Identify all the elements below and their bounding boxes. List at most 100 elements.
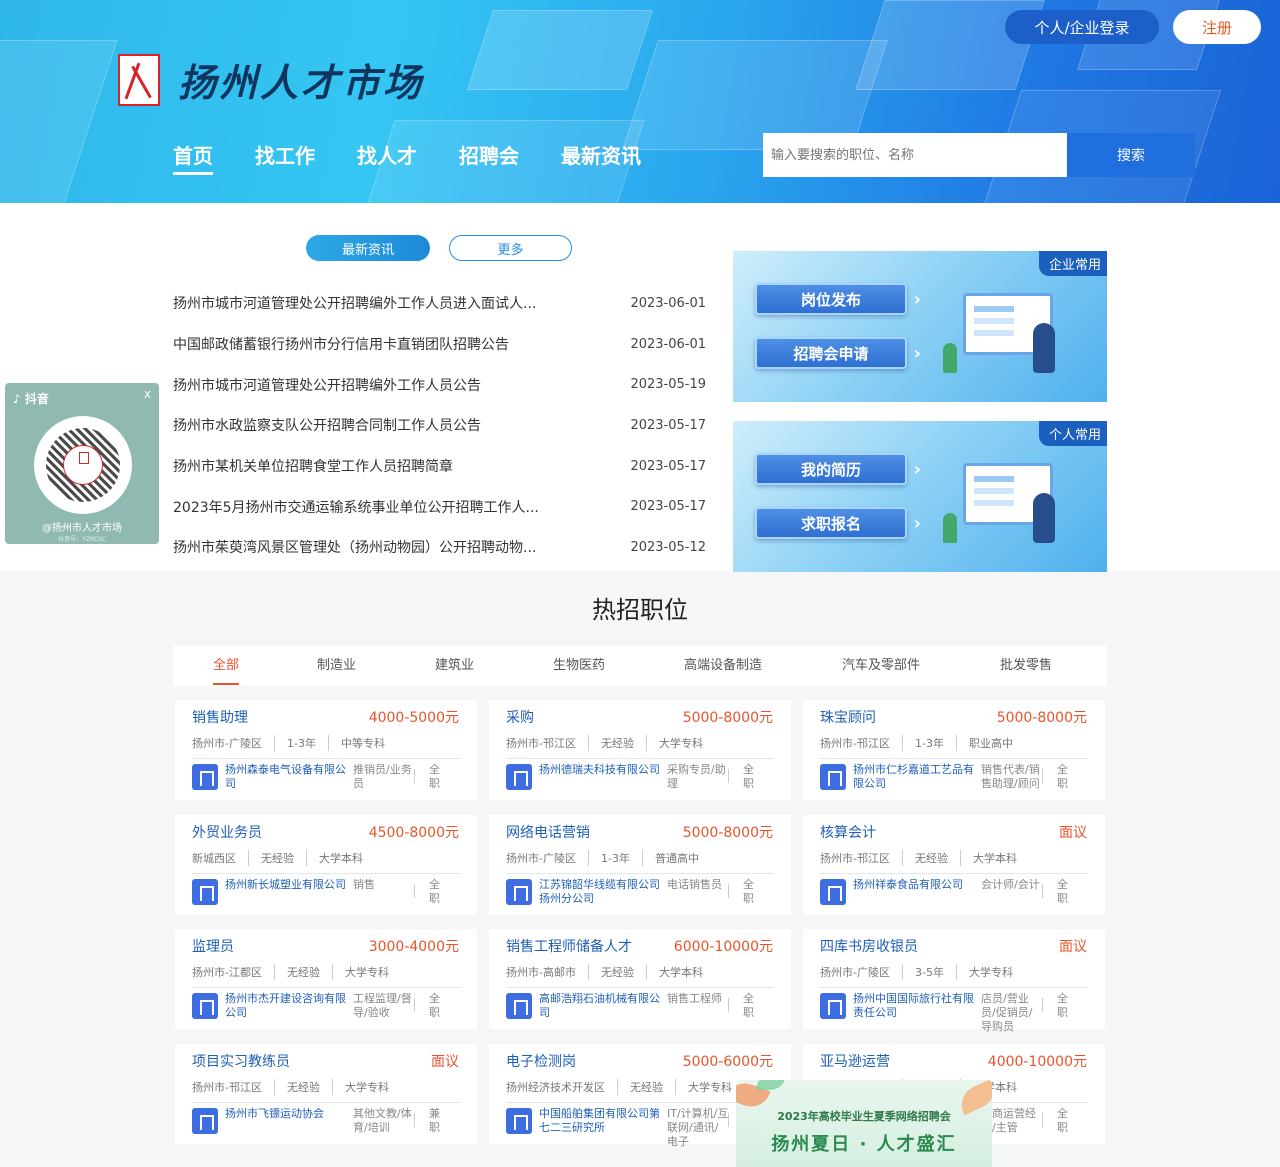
job-meta: 扬州市-江都区 无经验 大学专科 (192, 964, 460, 988)
job-category: 销售代表/销售助理/顾问 (977, 763, 1043, 791)
news-title[interactable]: 扬州市水政监察支队公开招聘合同制工作人员公告 (173, 415, 573, 435)
job-title[interactable]: 珠宝顾问 (820, 707, 876, 727)
tab-latest-news[interactable]: 最新资讯 (306, 235, 430, 261)
news-date: 2023-05-19 (630, 377, 706, 393)
job-card[interactable]: 监理员 3000-4000元扬州市-江都区 无经验 大学专科扬州市杰开建设咨询有限公司… (175, 929, 477, 1029)
job-mode: 兼职 (429, 1107, 440, 1134)
nav-item-find-job[interactable]: 找工作 (255, 140, 315, 172)
job-salary: 面议 (1059, 825, 1087, 841)
job-title[interactable]: 销售助理 (192, 707, 248, 727)
nav-item-job-fair[interactable]: 招聘会 (459, 140, 519, 172)
news-item[interactable]: 扬州市城市河道管理处公开招聘编外工作人员进入面试人... 2023-06-01 (173, 283, 706, 324)
job-location: 扬州市-江都区 (192, 964, 275, 980)
company-building-icon (192, 1108, 218, 1134)
douyin-account: @扬州市人才市场 (42, 523, 122, 534)
job-experience: 无经验 (261, 850, 307, 866)
job-card[interactable]: 销售助理 4000-5000元 扬州市-广陵区 1-3年 中等专科 扬州森泰电气设备有限公… (175, 700, 477, 800)
tab-all[interactable]: 全部 (213, 646, 240, 686)
job-title[interactable]: 电子检测岗 (506, 1051, 576, 1071)
site-logo[interactable]: 扬州人才市场 (118, 52, 424, 107)
plant-icon (943, 513, 957, 543)
register-button[interactable]: 注册 (1173, 10, 1261, 44)
my-resume-button[interactable]: 我的简历 (755, 453, 921, 485)
leaf-decoration-icon (756, 1080, 786, 1090)
job-card[interactable]: 核算会计 面议 扬州市-邗江区 无经验 大学本科 扬州祥泰食品有限公司 会计师/会计 全职 (803, 815, 1105, 915)
job-fair-apply-button[interactable]: 招聘会申请 (755, 337, 921, 369)
news-title[interactable]: 扬州市城市河道管理处公开招聘编外工作人员公告 (173, 375, 573, 395)
job-salary: 面议 (1059, 939, 1087, 955)
job-card[interactable]: 四库书房收银员 面议 扬州市-广陵区 3-5年 大学专科 扬州中国国际旅行社有限责任公司店… (803, 929, 1105, 1033)
main-nav: 首页 找工作 找人才 招聘会 最新资讯 (173, 140, 683, 175)
job-experience: 无经验 (915, 850, 961, 866)
company-name[interactable]: 中国船舶集团有限公司第七二三研究所 (539, 1107, 669, 1135)
company-name[interactable]: 扬州森泰电气设备有限公司 (225, 763, 355, 791)
job-card[interactable]: 珠宝顾问 5000-8000元 扬州市-邗江区 1-3年 职业高中 扬州市仁杉嘉道工艺品有… (803, 700, 1105, 800)
office-illustration-icon (943, 283, 1083, 387)
logo-mark-icon (118, 53, 160, 106)
job-category: IT/计算机/互联网/通讯/电子 (663, 1107, 729, 1149)
news-item[interactable]: 中国邮政储蓄银行扬州市分行信用卡直销团队招聘公告 2023-06-01 (173, 324, 706, 365)
news-title[interactable]: 2023年5月扬州市交通运输系统事业单位公开招聘工作人... (173, 497, 573, 517)
news-title[interactable]: 扬州市城市河道管理处公开招聘编外工作人员进入面试人... (173, 293, 573, 313)
job-title[interactable]: 外贸业务员 (192, 822, 262, 842)
job-mode: 全职 (429, 878, 440, 905)
job-mode: 全职 (429, 763, 440, 790)
summer-job-fair-banner[interactable]: 2023年高校毕业生夏季网络招聘会 扬州夏日 · 人才盛汇 (736, 1080, 992, 1167)
job-category: 采购专员/助理 (663, 763, 729, 791)
job-experience: 无经验 (601, 735, 647, 751)
company-name[interactable]: 江苏锦韶华线缆有限公司扬州分公司 (539, 878, 669, 906)
search-button[interactable]: 搜索 (1067, 133, 1195, 177)
nav-item-home[interactable]: 首页 (173, 140, 213, 175)
job-card[interactable]: 采购 5000-8000元 扬州市-邗江区 无经验 大学专科 扬州德瑞夫科技有限公司 采购专… (489, 700, 791, 800)
job-title[interactable]: 四库书房收银员 (820, 936, 918, 956)
job-meta: 扬州市-广陵区 1-3年 普通高中 (506, 850, 774, 874)
company-name[interactable]: 扬州市飞镖运动协会 (225, 1107, 355, 1121)
tab-manufacturing[interactable]: 制造业 (317, 646, 356, 686)
job-experience: 无经验 (287, 1079, 333, 1095)
job-title[interactable]: 监理员 (192, 936, 234, 956)
company-name[interactable]: 扬州市杰开建设咨询有限公司 (225, 992, 355, 1020)
job-education: 中等专科 (340, 737, 385, 750)
nav-item-find-talent[interactable]: 找人才 (357, 140, 417, 172)
tab-biomedicine[interactable]: 生物医药 (553, 646, 605, 686)
company-name[interactable]: 扬州祥泰食品有限公司 (853, 878, 983, 892)
banner-decoration (0, 40, 118, 203)
news-title[interactable]: 中国邮政储蓄银行扬州市分行信用卡直销团队招聘公告 (173, 334, 573, 354)
tab-construction[interactable]: 建筑业 (435, 646, 474, 686)
login-button[interactable]: 个人/企业登录 (1005, 10, 1159, 44)
job-apply-button[interactable]: 求职报名 (755, 507, 921, 539)
job-title[interactable]: 采购 (506, 707, 534, 727)
tab-wholesale-retail[interactable]: 批发零售 (1000, 646, 1052, 686)
news-title[interactable]: 扬州市茱萸湾风景区管理处（扬州动物园）公开招聘动物... (173, 537, 573, 557)
job-card[interactable]: 外贸业务员 4500-8000元 新城西区 无经验 大学本科 扬州新长城塑业有限公司 销售全… (175, 815, 477, 915)
company-name[interactable]: 扬州新长城塑业有限公司 (225, 878, 355, 892)
qr-center-logo-icon (63, 445, 103, 485)
job-title[interactable]: 网络电话营销 (506, 822, 590, 842)
personal-promo-panel: 个人常用 我的简历 求职报名 (733, 421, 1107, 572)
news-title[interactable]: 扬州市某机关单位招聘食堂工作人员招聘简章 (173, 456, 573, 476)
tab-high-end-equipment[interactable]: 高端设备制造 (684, 646, 762, 686)
news-item[interactable]: 扬州市水政监察支队公开招聘合同制工作人员公告 2023-05-17 (173, 405, 706, 446)
news-item[interactable]: 扬州市茱萸湾风景区管理处（扬州动物园）公开招聘动物... 2023-05-12 (173, 527, 706, 568)
job-card[interactable]: 网络电话营销 5000-8000元 扬州市-广陵区 1-3年 普通高中 江苏锦韶华线缆有限… (489, 815, 791, 915)
company-name[interactable]: 扬州市仁杉嘉道工艺品有限公司 (853, 763, 983, 791)
job-card[interactable]: 销售工程师储备人才 6000-10000元 扬州市-高邮市 无经验 大学本科 高邮浩翔石油… (489, 929, 791, 1029)
tab-automotive[interactable]: 汽车及零部件 (842, 646, 920, 686)
job-title[interactable]: 核算会计 (820, 822, 876, 842)
job-title[interactable]: 销售工程师储备人才 (506, 936, 632, 956)
search-input[interactable] (763, 133, 1067, 177)
news-item[interactable]: 扬州市某机关单位招聘食堂工作人员招聘简章 2023-05-17 (173, 446, 706, 487)
company-name[interactable]: 扬州德瑞夫科技有限公司 (539, 763, 669, 777)
nav-item-latest-news[interactable]: 最新资讯 (561, 140, 641, 172)
job-title[interactable]: 项目实习教练员 (192, 1051, 290, 1071)
job-card[interactable]: 项目实习教练员 面议 扬州市-邗江区 无经验 大学专科 扬州市飞镖运动协会 其他文教/体育/… (175, 1044, 477, 1144)
company-name[interactable]: 高邮浩翔石油机械有限公司 (539, 992, 669, 1020)
company-name[interactable]: 扬州中国国际旅行社有限责任公司 (853, 992, 983, 1020)
news-item[interactable]: 2023年5月扬州市交通运输系统事业单位公开招聘工作人... 2023-05-17 (173, 486, 706, 527)
more-news-button[interactable]: 更多 (449, 235, 572, 261)
job-salary: 3000-4000元 (368, 939, 459, 955)
job-title[interactable]: 亚马逊运营 (820, 1051, 890, 1071)
close-icon[interactable]: x (144, 387, 151, 401)
post-job-button[interactable]: 岗位发布 (755, 283, 921, 315)
news-item[interactable]: 扬州市城市河道管理处公开招聘编外工作人员公告 2023-05-19 (173, 364, 706, 405)
